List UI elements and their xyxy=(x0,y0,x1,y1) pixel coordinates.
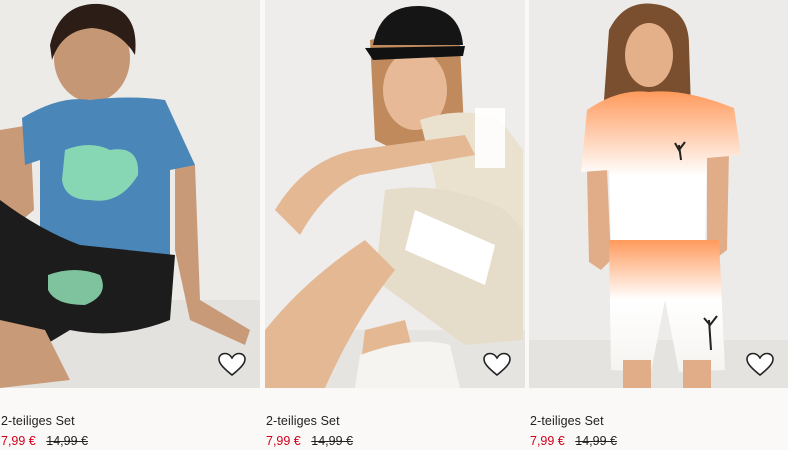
price-row: 7,99 € 14,99 € xyxy=(1,434,88,448)
favorite-button[interactable] xyxy=(746,352,774,378)
heart-outline-icon xyxy=(483,352,511,377)
product-name[interactable]: 2-teiliges Set xyxy=(1,414,75,428)
product-image[interactable] xyxy=(265,0,525,388)
product-name[interactable]: 2-teiliges Set xyxy=(530,414,604,428)
product-grid: 2-teiliges Set 7,99 € 14,99 € 2-teiliges… xyxy=(0,0,788,450)
product-image[interactable] xyxy=(0,0,260,388)
favorite-button[interactable] xyxy=(483,352,511,378)
sale-price: 7,99 € xyxy=(1,434,36,448)
original-price: 14,99 € xyxy=(311,434,353,448)
product-image[interactable] xyxy=(529,0,788,388)
original-price: 14,99 € xyxy=(575,434,617,448)
sale-price: 7,99 € xyxy=(530,434,565,448)
product-card[interactable]: 2-teiliges Set 7,99 € 14,99 € xyxy=(265,0,525,450)
original-price: 14,99 € xyxy=(46,434,88,448)
product-card[interactable]: 2-teiliges Set 7,99 € 14,99 € xyxy=(0,0,260,450)
heart-outline-icon xyxy=(218,352,246,377)
price-row: 7,99 € 14,99 € xyxy=(266,434,353,448)
heart-outline-icon xyxy=(746,352,774,377)
product-name[interactable]: 2-teiliges Set xyxy=(266,414,340,428)
favorite-button[interactable] xyxy=(218,352,246,378)
sale-price: 7,99 € xyxy=(266,434,301,448)
product-card[interactable]: 2-teiliges Set 7,99 € 14,99 € xyxy=(529,0,788,450)
price-row: 7,99 € 14,99 € xyxy=(530,434,617,448)
